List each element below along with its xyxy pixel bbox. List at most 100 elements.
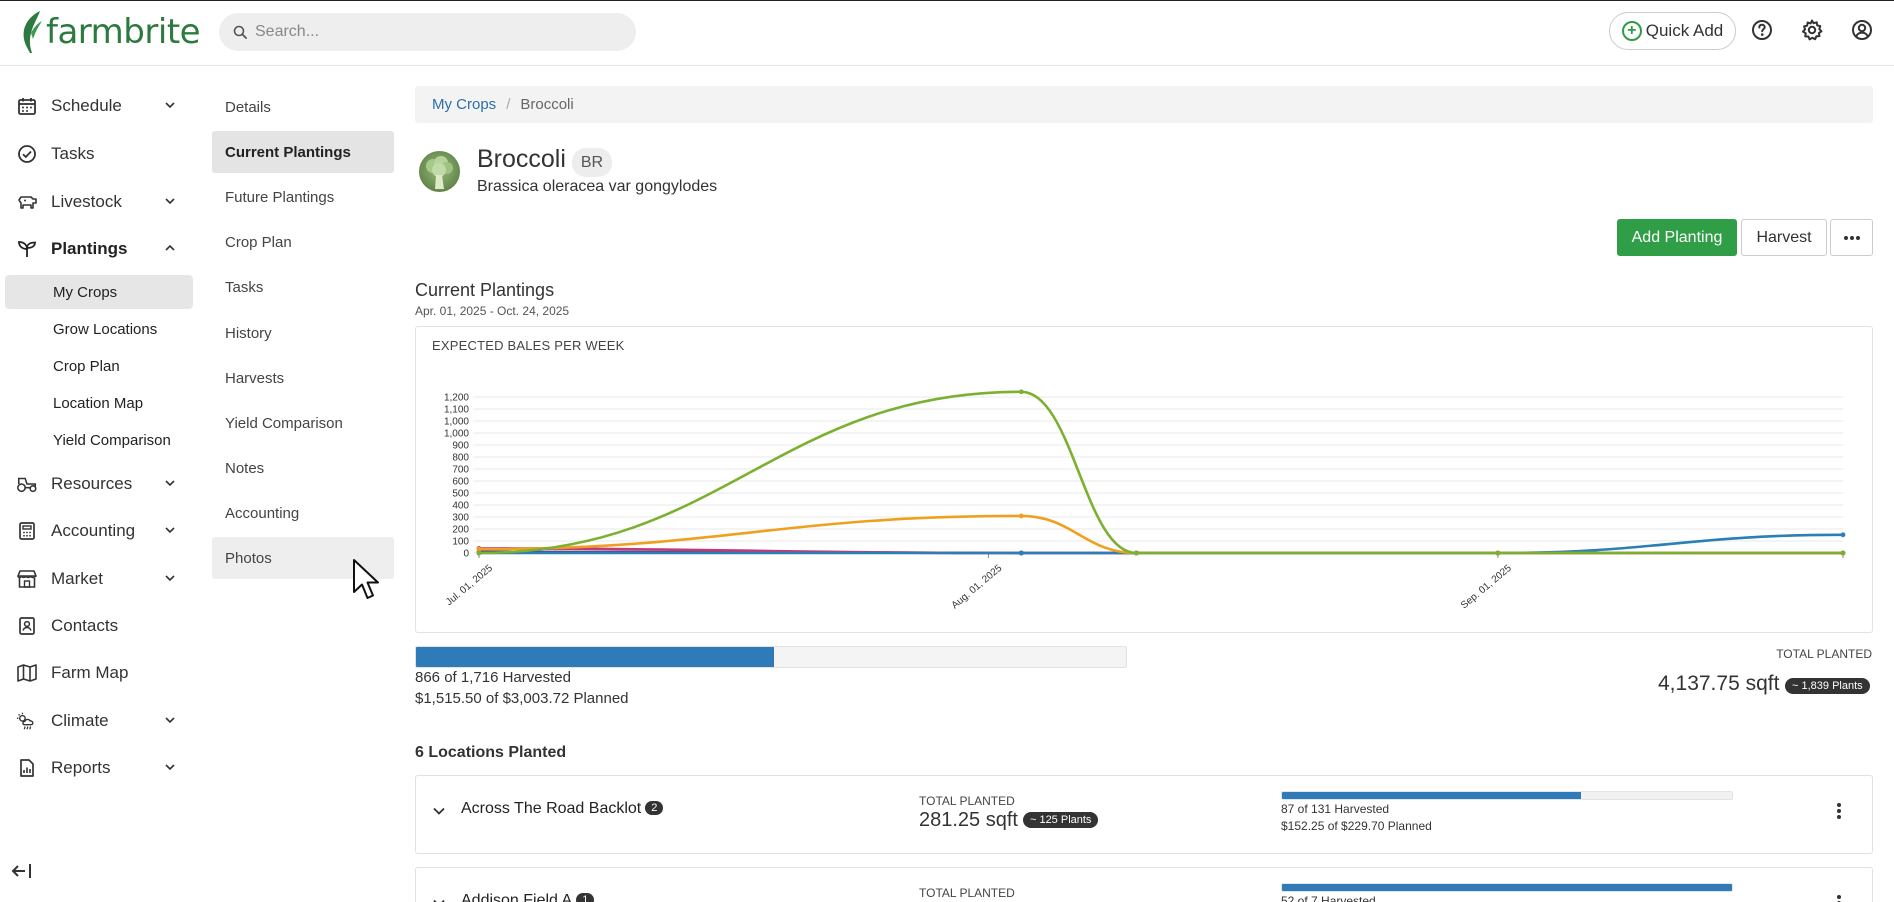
sidebar-sub-yield-comparison[interactable]: Yield Comparison [5, 423, 193, 457]
crop-scientific-name: Brassica oleracea var gongylodes [477, 178, 718, 195]
y-tick-label: 400 [452, 501, 469, 512]
sidebar-item-farm-map[interactable]: Farm Map [0, 653, 200, 693]
sidebar-sub-crop-plan[interactable]: Crop Plan [5, 349, 193, 383]
sprout-icon [16, 238, 38, 260]
locations-title: 6 Locations Planted [415, 744, 567, 761]
chevron-up-icon [165, 244, 175, 251]
chevron-down-icon [165, 575, 175, 582]
sidebar-sub-location-map[interactable]: Location Map [5, 386, 193, 420]
subnav-tasks[interactable]: Tasks [212, 266, 394, 308]
chevron-down-icon[interactable] [432, 804, 446, 818]
location-name: Addison Field A1 [461, 892, 595, 902]
location-progress-bar [1281, 883, 1733, 892]
y-tick-label: 600 [452, 477, 469, 488]
planting-count-badge: 2 [645, 801, 664, 815]
more-actions-button[interactable] [1830, 219, 1873, 256]
subnav-details[interactable]: Details [212, 86, 394, 128]
y-tick-label: 200 [452, 525, 469, 536]
location-card[interactable]: Addison Field A1 TOTAL PLANTED 52 of 7 H… [415, 867, 1873, 902]
subnav-notes[interactable]: Notes [212, 447, 394, 489]
location-total-value-text: 281.25 sqft [919, 809, 1018, 831]
location-card[interactable]: Across The Road Backlot 2 TOTAL PLANTED 2… [415, 775, 1873, 854]
total-planted-label: TOTAL PLANTED [1776, 647, 1872, 661]
y-tick-label: 900 [452, 441, 469, 452]
sidebar-item-label: Contacts [51, 616, 119, 635]
sidebar-sub-grow-locations[interactable]: Grow Locations [5, 312, 193, 346]
y-tick-label: 300 [452, 513, 469, 524]
gear-icon[interactable] [1799, 17, 1825, 43]
sidebar-item-market[interactable]: Market [0, 559, 200, 599]
collapse-sidebar-icon[interactable] [10, 862, 34, 884]
data-point [476, 550, 482, 556]
data-point [1018, 550, 1024, 556]
sidebar-item-resources[interactable]: Resources [0, 464, 200, 504]
subnav-harvests[interactable]: Harvests [212, 357, 394, 399]
data-point [1840, 532, 1846, 538]
subnav-yield-comparison[interactable]: Yield Comparison [212, 402, 394, 444]
leaf-logo-icon [23, 11, 42, 53]
chevron-down-icon [165, 717, 175, 724]
subnav-history[interactable]: History [212, 312, 394, 354]
location-total-label: TOTAL PLANTED [919, 794, 1015, 808]
location-plants-badge: ~ 125 Plants [1022, 812, 1099, 828]
date-range: Apr. 01, 2025 - Oct. 24, 2025 [415, 304, 570, 318]
data-point [1018, 513, 1024, 519]
sidebar-item-livestock[interactable]: Livestock [0, 182, 200, 222]
sidebar-item-climate[interactable]: Climate [0, 701, 200, 741]
total-planted-value: 4,137.75 sqft [1658, 672, 1780, 695]
weather-icon [16, 710, 38, 732]
planned-summary: $1,515.50 of $3,003.72 Planned [415, 690, 629, 707]
y-tick-label: 700 [452, 465, 469, 476]
add-planting-button[interactable]: Add Planting [1617, 219, 1737, 256]
sidebar-item-label: Reports [51, 758, 111, 777]
kebab-menu-icon[interactable] [1836, 894, 1842, 902]
location-planned: $152.25 of $229.70 Planned [1281, 819, 1432, 833]
section-title: Current Plantings [415, 280, 555, 300]
y-tick-label: 500 [452, 489, 469, 500]
location-name-text: Across The Road Backlot [461, 800, 642, 817]
breadcrumb-current: Broccoli [520, 96, 574, 113]
sidebar-item-label: Market [51, 569, 103, 588]
harvest-button[interactable]: Harvest [1741, 219, 1827, 256]
y-tick-label: 800 [452, 453, 469, 464]
report-icon [16, 757, 38, 779]
sidebar-item-plantings[interactable]: Plantings [0, 229, 200, 269]
sidebar-item-reports[interactable]: Reports [0, 748, 200, 788]
sidebar-item-label: Climate [51, 711, 109, 730]
chevron-down-icon [165, 527, 175, 534]
subnav-current-plantings[interactable]: Current Plantings [212, 131, 394, 173]
account-icon[interactable] [1849, 17, 1875, 43]
sidebar-item-label: Resources [51, 474, 133, 493]
location-progress-bar [1281, 791, 1733, 800]
calendar-icon [16, 95, 38, 117]
sidebar-item-contacts[interactable]: Contacts [0, 606, 200, 646]
location-harvested: 87 of 131 Harvested [1281, 802, 1390, 816]
sidebar-item-accounting[interactable]: Accounting [0, 511, 200, 551]
storefront-icon [16, 568, 38, 590]
sidebar-item-schedule[interactable]: Schedule [0, 86, 200, 126]
kebab-menu-icon[interactable] [1836, 802, 1842, 820]
calculator-icon [16, 520, 38, 542]
chevron-down-icon[interactable] [432, 896, 446, 902]
line-chart: 01002003004005006007008009001,0001,0001,… [444, 389, 1846, 611]
search-bar[interactable] [219, 13, 636, 51]
search-input[interactable] [255, 23, 615, 41]
subnav-crop-plan[interactable]: Crop Plan [212, 221, 394, 263]
logo-text: farmbrite [46, 12, 201, 52]
chevron-down-icon [165, 102, 175, 109]
chevron-down-icon [165, 764, 175, 771]
help-icon[interactable] [1749, 17, 1775, 43]
data-point [1495, 550, 1501, 556]
breadcrumb-my-crops[interactable]: My Crops [432, 96, 496, 113]
sidebar-item-label: Livestock [51, 192, 122, 211]
y-tick-label: 1,100 [444, 405, 469, 416]
sidebar-item-tasks[interactable]: Tasks [0, 134, 200, 174]
sidebar-sub-my-crops[interactable]: My Crops [5, 275, 193, 309]
total-plants-badge: ~ 1,839 Plants [1785, 678, 1870, 694]
quick-add-button[interactable]: + Quick Add [1609, 12, 1736, 50]
subnav-accounting[interactable]: Accounting [212, 492, 394, 534]
breadcrumb: My Crops / Broccoli [415, 86, 1873, 123]
subnav-future-plantings[interactable]: Future Plantings [212, 176, 394, 218]
farmbrite-logo[interactable]: farmbrite [20, 9, 201, 55]
quick-add-label: Quick Add [1645, 21, 1724, 40]
